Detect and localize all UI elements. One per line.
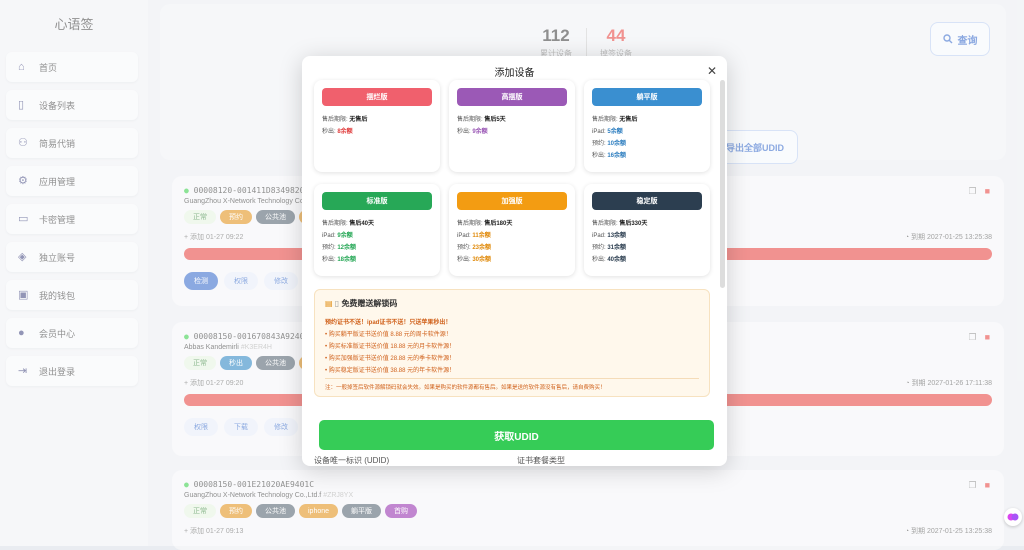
plan-line: 秒出: 16余额 [592, 153, 627, 159]
gift-item: • 购买加强版证书送价值 28.88 元的季卡软件源！ [325, 356, 456, 362]
plan-line: 秒出: 40余额 [592, 257, 627, 263]
plan-line: iPad: 5余额 [592, 129, 623, 135]
plan-card[interactable]: 标准版售后期限: 售后40天 iPad: 9余额 预约: 12余额 秒出: 18余额 [314, 184, 440, 276]
assistant-icon[interactable] [1004, 508, 1022, 526]
close-icon[interactable]: ✕ [707, 64, 717, 78]
gift-item: • 购买稳定版证书送价值 38.88 元的年卡软件源！ [325, 368, 456, 374]
plan-line: 秒出: 9余额 [457, 129, 488, 135]
plan-line: 秒出: 8余额 [322, 129, 353, 135]
plan-type-label: 证书套餐类型 [517, 456, 565, 465]
plan-name[interactable]: 稳定版 [592, 192, 702, 210]
plan-name[interactable]: 摆烂版 [322, 88, 432, 106]
plan-line: 售后期限: 售后180天 [457, 221, 513, 227]
udid-field-label: 设备唯一标识 (UDID) [314, 456, 390, 465]
plan-card[interactable]: 高摆版售后期限: 售后5天 秒出: 9余额 [449, 80, 575, 172]
plan-name[interactable]: 标准版 [322, 192, 432, 210]
plan-line: iPad: 9余额 [322, 233, 353, 239]
get-udid-button[interactable]: 获取UDID [319, 420, 714, 450]
plan-line: 售后期限: 无售后 [322, 117, 368, 123]
plan-card[interactable]: 稳定版售后期限: 售后330天 iPad: 13余额 预约: 31余额 秒出: 40余… [584, 184, 710, 276]
gift-title: ▤ ▯ 免费赠送解锁码 [325, 298, 699, 309]
plan-line: 预约: 31余额 [592, 245, 627, 251]
brain-icon [1007, 513, 1019, 521]
plan-line: 售后期限: 售后5天 [457, 117, 506, 123]
plan-line: iPad: 11余额 [457, 233, 491, 239]
plan-line: 售后期限: 无售后 [592, 117, 638, 123]
plan-line: 预约: 12余额 [322, 245, 357, 251]
plan-card[interactable]: 躺平版售后期限: 无售后 iPad: 5余额 预约: 10余额 秒出: 16余额 [584, 80, 710, 172]
gift-icon: ▤ [325, 299, 333, 308]
modal-scrollbar[interactable] [720, 80, 725, 288]
plan-line: 售后期限: 售后40天 [322, 221, 375, 227]
gift-warning: 预约证书不送！ipad证书不送！只送苹果秒出！ [325, 320, 452, 326]
plan-line: 秒出: 30余额 [457, 257, 492, 263]
gift-note: 注：一般掉签后软件源解锁码就会失效。如果是购买的软件源都有售后。如果是送的软件源… [325, 378, 699, 391]
gift-panel: ▤ ▯ 免费赠送解锁码 预约证书不送！ipad证书不送！只送苹果秒出！ • 购买… [314, 289, 710, 397]
plan-name[interactable]: 加强版 [457, 192, 567, 210]
plan-card[interactable]: 加强版售后期限: 售后180天 iPad: 11余额 预约: 23余额 秒出: 30余… [449, 184, 575, 276]
plan-line: iPad: 13余额 [592, 233, 627, 239]
gift-item: • 购买标准版证书送价值 18.88 元的月卡软件源！ [325, 344, 456, 350]
doc-icon: ▯ [334, 299, 340, 308]
plan-name[interactable]: 高摆版 [457, 88, 567, 106]
gift-item: • 购买躺平版证书送价值 8.88 元的周卡软件源！ [325, 332, 452, 338]
plan-card[interactable]: 摆烂版售后期限: 无售后 秒出: 8余额 [314, 80, 440, 172]
plan-line: 预约: 10余额 [592, 141, 627, 147]
modal-title: 添加设备 [494, 68, 535, 79]
plan-line: 秒出: 18余额 [322, 257, 357, 263]
plan-line: 预约: 23余额 [457, 245, 492, 251]
gift-title-text: 免费赠送解锁码 [341, 299, 398, 308]
plan-line: 售后期限: 售后330天 [592, 221, 648, 227]
plan-name[interactable]: 躺平版 [592, 88, 702, 106]
add-device-modal: 添加设备 ✕ 摆烂版 售后期限: 无售后 秒出: 8余额 高摆版 售后期限: 售后5天秒… [302, 56, 727, 466]
